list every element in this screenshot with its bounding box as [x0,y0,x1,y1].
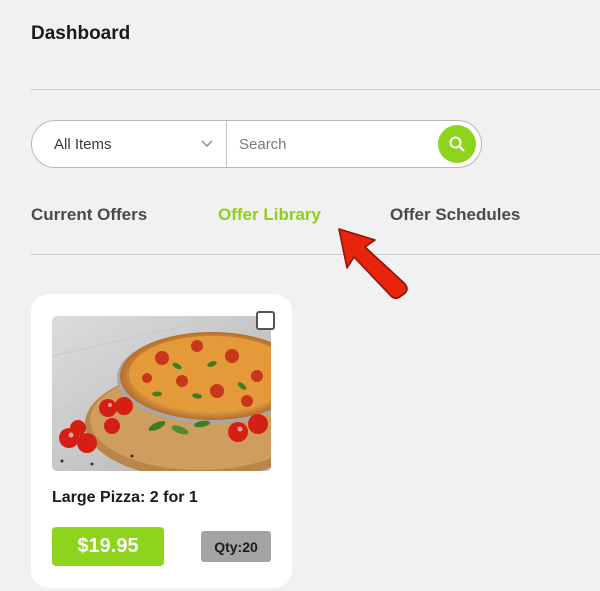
quantity-badge: Qty:20 [201,531,271,562]
tab-offer-library[interactable]: Offer Library [218,205,321,225]
tab-offer-schedules[interactable]: Offer Schedules [390,205,520,225]
tab-current-offers[interactable]: Current Offers [31,205,147,225]
offer-select-checkbox[interactable] [256,311,275,330]
dashboard-page: Dashboard All Items Current Offers Offer… [0,0,600,591]
offer-title: Large Pizza: 2 for 1 [52,489,198,506]
red-arrow-icon [338,228,408,300]
category-select[interactable]: All Items [32,121,227,167]
chevron-down-icon [201,140,213,148]
search-bar: All Items [31,120,482,168]
search-button[interactable] [438,125,476,163]
pizza-photo [52,316,271,471]
page-title: Dashboard [31,23,131,44]
offer-tabs: Current Offers Offer Library Offer Sched… [0,205,600,231]
search-icon [449,136,465,152]
tabs-divider [31,254,600,255]
price-badge: $19.95 [52,527,164,566]
header-divider [31,89,600,90]
offer-card[interactable]: Large Pizza: 2 for 1 $19.95 Qty:20 [31,294,292,588]
category-select-value: All Items [54,135,112,153]
search-input[interactable] [227,121,438,167]
